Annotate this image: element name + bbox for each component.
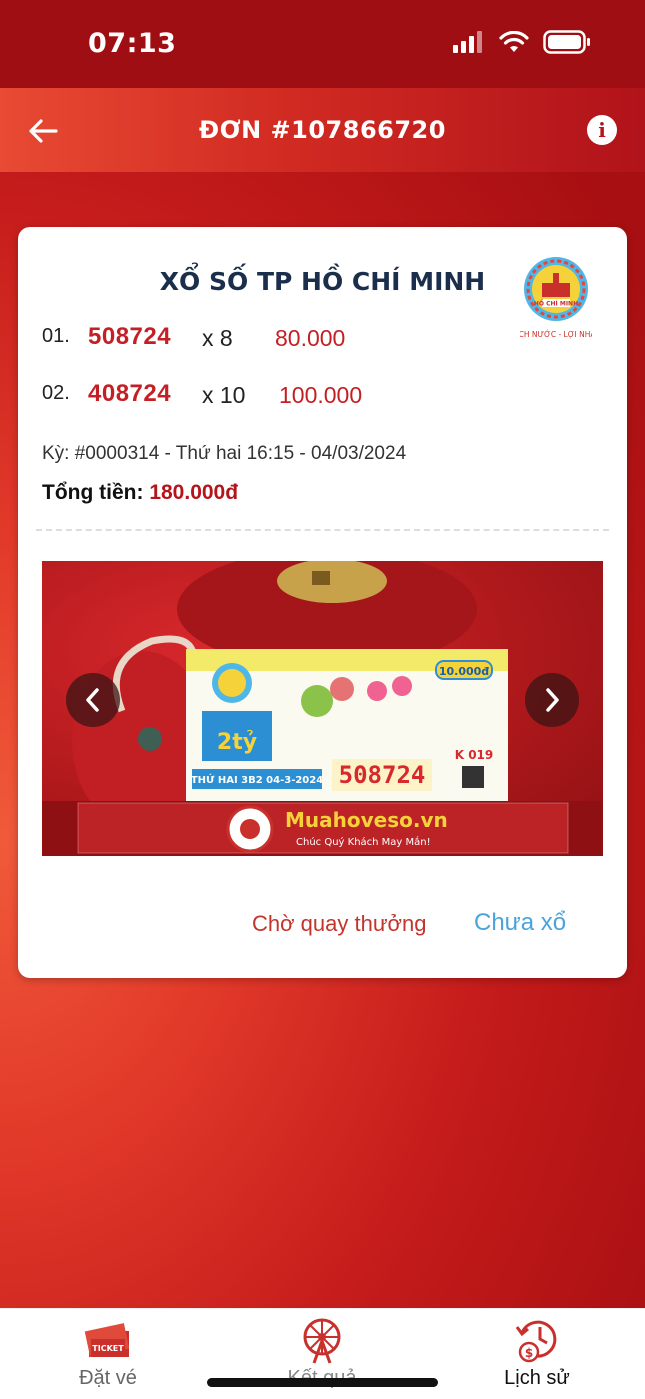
svg-text:508724: 508724: [339, 761, 426, 789]
ticket-photo: 10.000đ 2tỷ THỨ HAI 3B2 04-3-2024 508724…: [42, 561, 603, 856]
tab-label: Lịch sử: [504, 1367, 570, 1389]
draw-status: Chưa xổ: [474, 909, 567, 936]
prev-image-button[interactable]: [66, 673, 120, 727]
ticket-amount: 100.000: [279, 382, 363, 408]
svg-text:THỨ HAI 3B2 04-3-2024: THỨ HAI 3B2 04-3-2024: [191, 773, 323, 786]
dashed-divider: [36, 529, 609, 531]
svg-text:$: $: [525, 1346, 533, 1360]
info-icon[interactable]: i: [587, 115, 617, 145]
chevron-right-icon: [546, 688, 559, 712]
svg-text:Muahoveso.vn: Muahoveso.vn: [285, 808, 448, 832]
status-icons: [453, 30, 591, 54]
svg-text:K 019: K 019: [455, 748, 494, 762]
ticket-amount: 80.000: [275, 325, 346, 351]
page-title: ĐƠN #107866720: [199, 116, 446, 144]
ticket-photo-illustration: 10.000đ 2tỷ THỨ HAI 3B2 04-3-2024 508724…: [42, 561, 603, 856]
ticket-index: 01.: [42, 325, 70, 347]
total-label: Tổng tiền:: [42, 481, 144, 504]
svg-text:TICKET: TICKET: [92, 1344, 124, 1353]
battery-icon: [543, 30, 590, 54]
ticket-icon: TICKET: [84, 1323, 130, 1357]
order-card: XỔ SỐ TP HỒ CHÍ MINH HỒ CHÍ MINH ÍCH NƯỚ…: [18, 227, 627, 978]
status-bar: 07:13: [0, 0, 645, 88]
status-time: 07:13: [88, 28, 177, 59]
ticket-qty: x 8: [202, 325, 233, 351]
ticket-number: 408724: [88, 380, 172, 407]
tab-dat-ve[interactable]: TICKET Đặt vé: [38, 1309, 178, 1399]
next-image-button[interactable]: [525, 673, 579, 727]
ticket-row: 01. 508724 x 8 80.000: [42, 323, 602, 365]
total: Tổng tiền: 180.000đ: [42, 481, 238, 505]
chevron-left-icon: [86, 688, 99, 712]
ticket-row: 02. 408724 x 10 100.000: [42, 380, 602, 422]
signal-icon: [453, 31, 482, 53]
ticket-number: 508724: [88, 323, 172, 350]
ferris-wheel-icon: [303, 1318, 341, 1364]
ticket-index: 02.: [42, 382, 70, 404]
wifi-icon: [499, 31, 529, 52]
svg-text:HỒ CHÍ MINH: HỒ CHÍ MINH: [534, 299, 578, 308]
header: ĐƠN #107866720: [0, 88, 645, 172]
svg-text:10.000đ: 10.000đ: [439, 665, 489, 678]
home-indicator: [207, 1378, 438, 1387]
prize-status: Chờ quay thưởng: [252, 911, 427, 936]
total-value: 180.000đ: [149, 481, 239, 504]
svg-text:2tỷ: 2tỷ: [217, 730, 257, 755]
draw-info: Kỳ: #0000314 - Thứ hai 16:15 - 04/03/202…: [42, 443, 407, 464]
tab-lich-su[interactable]: $ Lịch sử: [467, 1309, 607, 1399]
tab-label: Đặt vé: [79, 1367, 137, 1389]
svg-text:Chúc Quý Khách May Mắn!: Chúc Quý Khách May Mắn!: [296, 835, 431, 848]
ticket-qty: x 10: [202, 382, 246, 408]
history-money-icon: $: [515, 1320, 557, 1363]
